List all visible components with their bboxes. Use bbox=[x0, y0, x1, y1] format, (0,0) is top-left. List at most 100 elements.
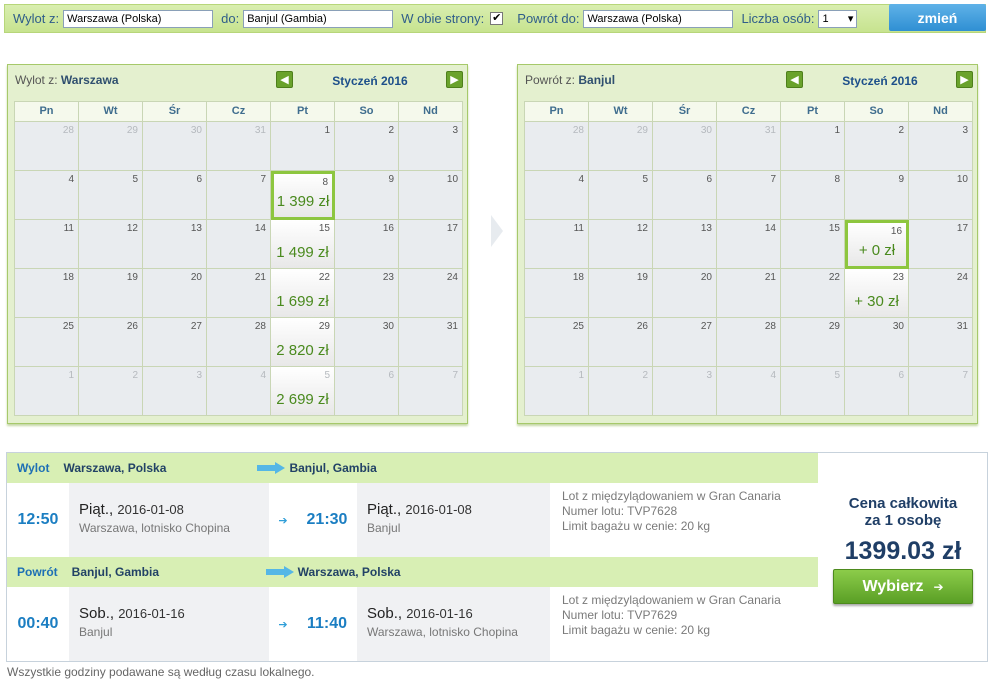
day-number: 16 bbox=[382, 223, 394, 234]
calendar-day: 28 bbox=[15, 122, 79, 171]
calendar-day: 11 bbox=[525, 220, 589, 269]
arrival-date-value: 2016-01-08 bbox=[405, 502, 472, 517]
calendar-day: 26 bbox=[589, 318, 653, 367]
calendar-day: 10 bbox=[399, 171, 464, 220]
calendar-week-row: 11 12 13 14 15 1 499 zł 16 17 bbox=[15, 220, 463, 269]
day-number: 11 bbox=[573, 223, 584, 234]
calendar-day: 29 bbox=[781, 318, 845, 367]
departure-info: Piąt., 2016-01-08 Warszawa, lotnisko Cho… bbox=[69, 483, 269, 557]
to-input[interactable] bbox=[243, 9, 394, 28]
departure-place: Banjul bbox=[79, 625, 113, 639]
calendar-day: 2 bbox=[335, 122, 399, 171]
day-number: 23 bbox=[382, 272, 394, 283]
calendar-week-row: 18 19 20 21 22 1 699 zł 23 24 bbox=[15, 269, 463, 318]
next-month-button[interactable]: ▶ bbox=[956, 71, 973, 88]
search-bar: Wylot z: do: W obie strony: ✔ Powrót do:… bbox=[4, 4, 986, 33]
return-label: Powrót bbox=[17, 565, 58, 579]
weekday-label: Pt bbox=[781, 102, 845, 122]
calendar-day-priced[interactable]: 15 1 499 zł bbox=[271, 220, 335, 269]
calendar-day-priced[interactable]: 29 2 820 zł bbox=[271, 318, 335, 367]
round-trip-checkbox[interactable]: ✔ bbox=[490, 12, 504, 25]
calendar-day: 24 bbox=[909, 269, 973, 318]
flight-summary: Wylot Warszawa, Polska Banjul, Gambia 12… bbox=[6, 452, 988, 662]
month-label: Styczeń 2016 bbox=[842, 74, 918, 88]
day-number: 25 bbox=[572, 321, 584, 332]
day-number: 6 bbox=[706, 174, 712, 185]
day-number: 12 bbox=[126, 223, 138, 234]
calendar-day-priced[interactable]: 22 1 699 zł bbox=[271, 269, 335, 318]
calendar-day-priced[interactable]: 5 2 699 zł bbox=[271, 367, 335, 416]
next-month-button[interactable]: ▶ bbox=[446, 71, 463, 88]
calendar-day: 7 bbox=[909, 367, 973, 416]
arrow-right-icon: ➔ bbox=[933, 579, 944, 594]
day-number: 31 bbox=[446, 321, 458, 332]
day-number: 28 bbox=[62, 125, 74, 136]
day-number: 29 bbox=[126, 125, 138, 136]
flight-details: Lot z międzylądowaniem w Gran Canaria Nu… bbox=[550, 587, 781, 661]
calendar-day: 30 bbox=[143, 122, 207, 171]
change-button[interactable]: zmień bbox=[889, 4, 986, 31]
prev-month-button[interactable]: ◀ bbox=[786, 71, 803, 88]
select-button[interactable]: Wybierz ➔ bbox=[833, 569, 973, 604]
persons-select[interactable]: 1 ▾ bbox=[818, 9, 858, 28]
calendar-header: Wylot z: Warszawa ◀ Styczeń 2016 ▶ bbox=[8, 65, 467, 95]
departure-place: Warszawa, lotnisko Chopina bbox=[79, 521, 230, 535]
departure-info: Sob., 2016-01-16 Banjul bbox=[69, 587, 269, 661]
calendar-day: 7 bbox=[717, 171, 781, 220]
return-to: Warszawa, Polska bbox=[297, 565, 401, 579]
day-number: 11 bbox=[63, 223, 74, 234]
calendar-day: 10 bbox=[909, 171, 973, 220]
weekday-label: Nd bbox=[399, 102, 463, 122]
weekday-label: Cz bbox=[207, 102, 271, 122]
departure-day: Piąt., bbox=[79, 501, 114, 518]
weekday-row: Pn Wt Śr Cz Pt So Nd bbox=[525, 102, 973, 122]
day-number: 7 bbox=[260, 174, 266, 185]
day-price: 1 499 zł bbox=[276, 244, 329, 261]
arrival-info: Piąt., 2016-01-08 Banjul bbox=[357, 483, 550, 557]
calendar-day: 6 bbox=[845, 367, 909, 416]
return-input[interactable] bbox=[583, 9, 734, 28]
day-price: 1 699 zł bbox=[276, 293, 329, 310]
arrow-right-icon: ➔ bbox=[278, 514, 288, 527]
day-number: 28 bbox=[254, 321, 266, 332]
weekday-label: So bbox=[335, 102, 399, 122]
day-number: 29 bbox=[318, 321, 330, 332]
day-number: 1 bbox=[834, 125, 840, 136]
flight-number: Numer lotu: TVP7628 bbox=[562, 504, 678, 518]
outbound-band: Wylot Warszawa, Polska Banjul, Gambia bbox=[7, 453, 818, 483]
arrival-time: 21:30 bbox=[306, 511, 348, 528]
total-price-label: Cena całkowita za 1 osobę bbox=[819, 495, 987, 529]
calendar-week-row: 4 5 6 7 8 9 10 bbox=[525, 171, 973, 220]
calendar-day-priced[interactable]: 8 1 399 zł bbox=[271, 171, 336, 220]
day-number: 21 bbox=[764, 272, 776, 283]
calendar-week-row: 18 19 20 21 22 23 + 30 zł 24 bbox=[525, 269, 973, 318]
prev-month-button[interactable]: ◀ bbox=[276, 71, 293, 88]
day-number: 4 bbox=[578, 174, 584, 185]
calendar-title: Powrót z: Banjul bbox=[525, 73, 615, 87]
calendar-day: 1 bbox=[525, 367, 589, 416]
day-number: 28 bbox=[572, 125, 584, 136]
calendar-day: 16 bbox=[335, 220, 399, 269]
calendar-day: 24 bbox=[399, 269, 463, 318]
day-price: + 30 zł bbox=[854, 293, 899, 310]
day-number: 12 bbox=[636, 223, 648, 234]
day-number: 13 bbox=[700, 223, 712, 234]
from-input[interactable] bbox=[63, 9, 214, 28]
baggage-limit: Limit bagażu w cenie: 20 kg bbox=[562, 519, 711, 533]
day-number: 19 bbox=[636, 272, 648, 283]
calendar-day: 21 bbox=[207, 269, 271, 318]
outbound-leg: 12:50 Piąt., 2016-01-08 Warszawa, lotnis… bbox=[7, 483, 818, 557]
stopover-text: Lot z międzylądowaniem w Gran Canaria bbox=[562, 489, 781, 503]
persons-value: 1 bbox=[822, 12, 829, 25]
arrival-date-value: 2016-01-16 bbox=[406, 606, 473, 621]
calendar-week-row: 25 26 27 28 29 30 31 bbox=[525, 318, 973, 367]
calendar-week-row: 11 12 13 14 15 16 + 0 zł 17 bbox=[525, 220, 974, 269]
calendar-day-priced[interactable]: 23 + 30 zł bbox=[845, 269, 909, 318]
weekday-label: Pn bbox=[525, 102, 589, 122]
calendar-day: 31 bbox=[399, 318, 463, 367]
calendar-day-priced[interactable]: 16 + 0 zł bbox=[845, 220, 910, 269]
calendar-day: 2 bbox=[845, 122, 909, 171]
footer-note: Wszystkie godziny podawane są według cza… bbox=[7, 665, 315, 679]
day-number: 29 bbox=[636, 125, 648, 136]
day-number: 1 bbox=[578, 370, 584, 381]
